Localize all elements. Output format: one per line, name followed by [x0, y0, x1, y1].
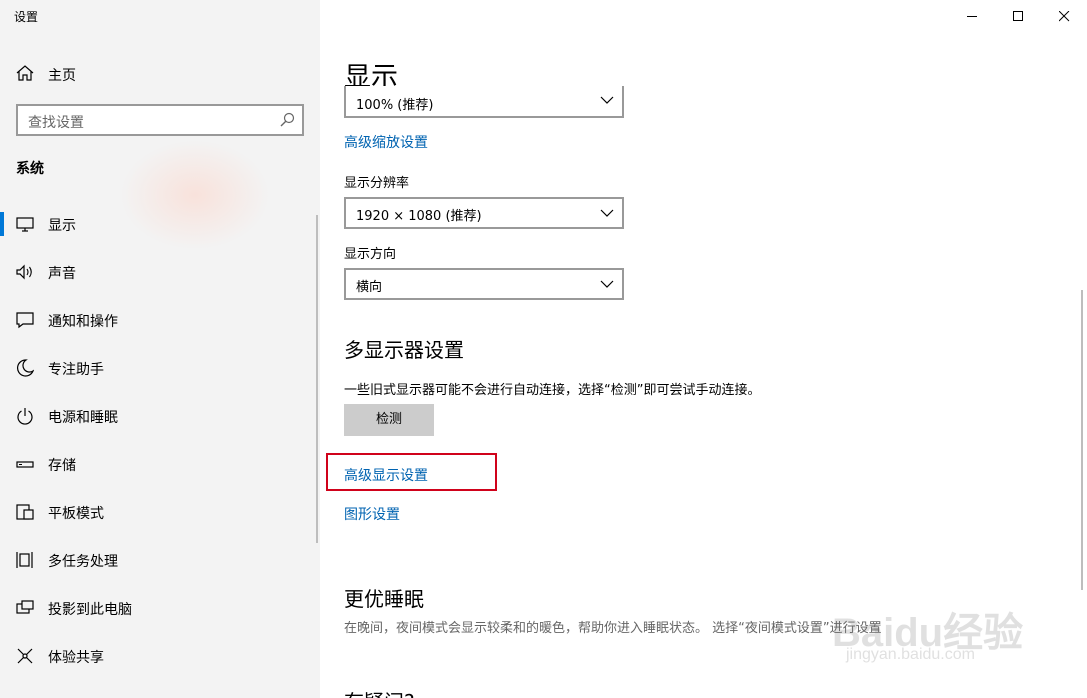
multi-display-heading: 多显示器设置	[344, 338, 464, 362]
sidebar-item-label: 多任务处理	[48, 554, 118, 570]
orientation-dropdown[interactable]: 横向	[344, 268, 624, 300]
sidebar-item-focus-assist[interactable]: 专注助手	[0, 348, 320, 388]
sidebar-item-notifications[interactable]: 通知和操作	[0, 300, 320, 340]
sidebar-item-label: 专注助手	[48, 362, 104, 378]
resolution-value: 1920 × 1080 (推荐)	[356, 209, 482, 224]
sidebar-item-label: 声音	[48, 266, 76, 282]
sidebar-item-sound[interactable]: 声音	[0, 252, 320, 292]
monitor-icon	[16, 217, 34, 232]
sidebar-item-tablet-mode[interactable]: 平板模式	[0, 492, 320, 532]
main-scrollbar[interactable]	[1081, 290, 1083, 590]
resolution-label: 显示分辨率	[344, 176, 410, 191]
window-title: 设置	[14, 10, 39, 24]
search-input[interactable]: 查找设置	[16, 104, 304, 136]
speaker-icon	[16, 264, 32, 280]
sidebar-scrollbar[interactable]	[316, 215, 318, 543]
moon-icon	[17, 359, 34, 377]
tablet-icon	[16, 504, 34, 520]
sidebar-item-display[interactable]: 显示	[0, 204, 320, 244]
maximize-button[interactable]	[995, 0, 1041, 32]
chevron-down-icon	[600, 280, 614, 288]
graphics-settings-link[interactable]: 图形设置	[344, 504, 400, 524]
chevron-down-icon	[600, 209, 614, 217]
sidebar-item-home[interactable]: 主页	[0, 56, 320, 90]
advanced-scaling-link[interactable]: 高级缩放设置	[344, 132, 428, 152]
scale-dropdown[interactable]: 100% (推荐)	[344, 86, 624, 118]
multi-display-description: 一些旧式显示器可能不会进行自动连接，选择“检测”即可尝试手动连接。	[344, 383, 761, 398]
sleep-description: 在晚间，夜间模式会显示较柔和的暖色，帮助你进入睡眠状态。 选择“夜间模式设置”进…	[344, 621, 882, 636]
sidebar-item-label: 投影到此电脑	[48, 602, 132, 618]
close-icon	[1059, 11, 1070, 22]
sidebar-item-label: 显示	[48, 218, 76, 234]
advanced-display-link[interactable]: 高级显示设置	[344, 465, 428, 485]
sleep-heading: 更优睡眠	[344, 587, 424, 611]
active-indicator	[0, 212, 4, 236]
minimize-icon	[967, 16, 977, 17]
sidebar-section-title: 系统	[16, 161, 44, 177]
sidebar-item-label: 存储	[48, 458, 76, 474]
orientation-label: 显示方向	[344, 247, 397, 262]
project-icon	[16, 600, 34, 614]
orientation-value: 横向	[356, 280, 383, 295]
sidebar-item-label: 平板模式	[48, 506, 104, 522]
share-icon	[17, 648, 33, 664]
minimize-button[interactable]	[949, 0, 995, 32]
maximize-icon	[1013, 11, 1023, 21]
search-icon	[280, 112, 295, 127]
notification-icon	[16, 312, 34, 329]
main-content: 显示 100% (推荐) 高级缩放设置 显示分辨率 1920 × 1080 (推…	[320, 0, 1087, 698]
power-icon	[17, 408, 33, 425]
chevron-down-icon	[600, 96, 614, 104]
sidebar-item-label: 体验共享	[48, 650, 104, 666]
search-placeholder: 查找设置	[28, 115, 84, 131]
sidebar-item-power[interactable]: 电源和睡眠	[0, 396, 320, 436]
sidebar-item-multitasking[interactable]: 多任务处理	[0, 540, 320, 580]
sidebar-item-label: 电源和睡眠	[48, 410, 118, 426]
scale-value: 100% (推荐)	[356, 98, 434, 113]
close-button[interactable]	[1041, 0, 1087, 32]
sidebar-home-label: 主页	[48, 68, 76, 84]
resolution-dropdown[interactable]: 1920 × 1080 (推荐)	[344, 197, 624, 229]
sidebar-item-shared-experiences[interactable]: 体验共享	[0, 636, 320, 676]
storage-icon	[16, 461, 34, 468]
multitask-icon	[16, 552, 33, 568]
home-icon	[16, 65, 34, 81]
sidebar: 设置 主页 查找设置 系统 显示 声音 通知和操作 专注助手 电源和睡眠 存储 …	[0, 0, 320, 698]
detect-button[interactable]: 检测	[344, 404, 434, 436]
sidebar-item-storage[interactable]: 存储	[0, 444, 320, 484]
sidebar-item-project[interactable]: 投影到此电脑	[0, 588, 320, 628]
sidebar-item-label: 通知和操作	[48, 314, 118, 330]
next-heading: 有疑问?	[344, 686, 415, 698]
